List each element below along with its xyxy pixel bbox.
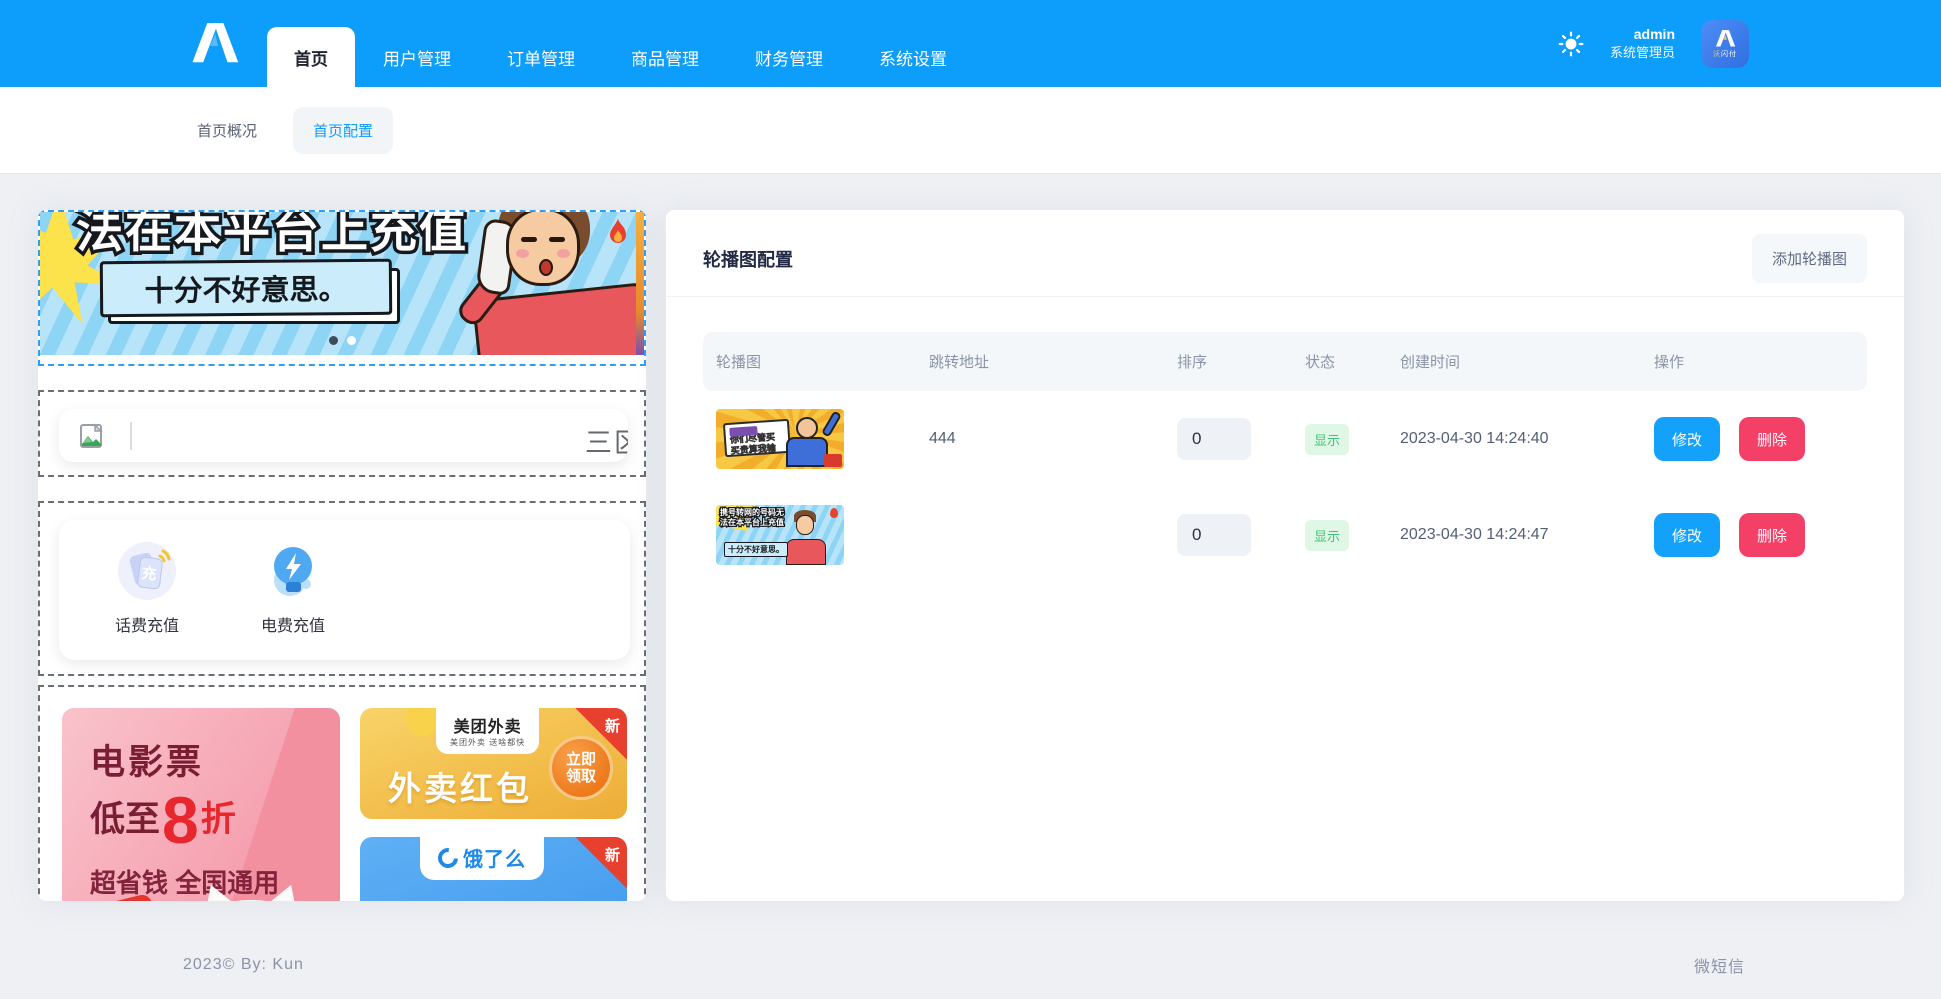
carousel-dot[interactable] [347,336,356,345]
brand-logo-icon[interactable] [183,13,245,76]
banner-speech-bubble: 十分不好意思。 [100,259,392,318]
phone-recharge-icon: 充 [116,540,178,602]
panel-header: 轮播图配置 添加轮播图 [666,210,1904,282]
banner-headline: 法在本平台上充值 [76,212,468,261]
page-footer: 2023© By: Kun 微短信 [0,930,1941,999]
user-avatar[interactable]: 沃闪付 [1701,20,1749,68]
edit-button[interactable]: 修改 [1654,417,1720,461]
next-slide-peek [636,212,644,355]
quick-action-label: 电费充值 [261,612,325,636]
nav-tab-home[interactable]: 首页 [267,27,355,87]
main-nav: 首页 用户管理 订单管理 商品管理 财务管理 系统设置 [267,0,975,87]
carousel-thumbnail-blue[interactable]: 携号转网的号码无 法在本平台上充值 十分不好意思。 [716,505,844,565]
quick-actions-card: 充 话费充值 电 [59,520,630,660]
subnav-home-config[interactable]: 首页配置 [293,107,393,154]
footer-brand: 微短信 [1694,953,1745,977]
subnav-home-overview[interactable]: 首页概况 [197,120,257,141]
home-preview-card: 法在本平台上充值 十分不好意思。 [38,210,646,901]
status-badge: 显示 [1305,520,1349,551]
new-badge: 新 [571,837,627,893]
admin-dashboard: 首页 用户管理 订单管理 商品管理 财务管理 系统设置 [0,0,1941,999]
promo-card-eleme[interactable]: 饿了么 新 [360,837,627,901]
user-role: 系统管理员 [1610,44,1675,62]
fire-icon [606,218,630,246]
nav-tab-finance[interactable]: 财务管理 [727,27,851,87]
carousel-config-panel: 轮播图配置 添加轮播图 轮播图 跳转地址 排序 状态 创建时间 操作 你们尽管买 [666,210,1904,901]
meituan-promo-title: 外卖红包 [388,762,532,810]
table-row: 携号转网的号码无 法在本平台上充值 十分不好意思。 显示 2023-04-30 … [703,487,1867,583]
movie-promo-title: 电影票 [90,734,204,785]
user-name: admin [1610,25,1675,44]
col-header-image: 轮播图 [703,351,916,372]
col-header-created: 创建时间 [1387,351,1641,372]
footer-copyright: 2023© By: Kun [183,956,304,974]
col-header-sort: 排序 [1164,351,1292,372]
new-badge: 新 [571,708,627,764]
broken-image-icon [78,422,106,450]
quick-action-electricity-recharge[interactable]: 电费充值 [245,540,341,660]
top-navbar: 首页 用户管理 订单管理 商品管理 财务管理 系统设置 [0,0,1941,87]
table-row: 你们尽管买 买贵算我输 444 显示 2023-04-30 14:24:40 修… [703,391,1867,487]
divider [130,422,132,450]
search-right-text: 三区 [585,421,628,460]
nav-tab-users[interactable]: 用户管理 [355,27,479,87]
nav-tab-products[interactable]: 商品管理 [603,27,727,87]
meituan-brand-tag: 美团外卖 美团外卖 送啥都快 [436,708,539,754]
carousel-banner-image[interactable]: 法在本平台上充值 十分不好意思。 [40,212,644,355]
status-badge: 显示 [1305,424,1349,455]
add-carousel-button[interactable]: 添加轮播图 [1752,234,1867,283]
promo-card-movie[interactable]: 电影票 低至8折 超省钱 全国通用 [62,708,340,901]
carousel-dots[interactable] [40,336,644,345]
preview-banner-block[interactable]: 法在本平台上充值 十分不好意思。 [38,210,646,366]
promo-card-meituan[interactable]: 美团外卖 美团外卖 送啥都快 外卖红包 立即领取 新 [360,708,627,819]
avatar-brand-text: 沃闪付 [1713,49,1737,59]
svg-text:充: 充 [140,564,157,584]
edit-button[interactable]: 修改 [1654,513,1720,557]
link-address: 444 [929,430,956,448]
carousel-thumbnail-yellow[interactable]: 你们尽管买 买贵算我输 [716,409,844,469]
table-header-row: 轮播图 跳转地址 排序 状态 创建时间 操作 [703,332,1867,391]
quick-action-phone-recharge[interactable]: 充 话费充值 [99,540,195,660]
delete-button[interactable]: 删除 [1739,417,1805,461]
search-bar[interactable]: 三区 [59,409,628,462]
col-header-link: 跳转地址 [916,351,1164,372]
nav-tab-orders[interactable]: 订单管理 [479,27,603,87]
col-header-actions: 操作 [1641,351,1867,372]
eleme-brand-tag: 饿了么 [420,837,544,880]
panel-title: 轮播图配置 [703,246,793,272]
preview-quick-actions-block[interactable]: 充 话费充值 电 [38,501,646,676]
carousel-dot-active[interactable] [329,336,338,345]
created-time: 2023-04-30 14:24:40 [1400,430,1549,448]
secondary-nav: 首页概况 首页配置 [0,87,1941,173]
quick-action-label: 话费充值 [115,612,179,636]
movie-promo-discount: 低至8折 [90,782,236,858]
carousel-table: 轮播图 跳转地址 排序 状态 创建时间 操作 你们尽管买 买贵算我输 [703,332,1867,583]
nav-tab-settings[interactable]: 系统设置 [851,27,975,87]
cat-illustration [176,886,326,901]
eleme-logo-icon [434,843,462,871]
user-info: admin 系统管理员 [1610,25,1675,61]
sort-input[interactable] [1177,514,1251,556]
delete-button[interactable]: 删除 [1739,513,1805,557]
sort-input[interactable] [1177,418,1251,460]
col-header-status: 状态 [1292,351,1387,372]
electricity-recharge-icon [262,540,324,602]
preview-search-block[interactable]: 三区 [38,390,646,477]
preview-promos-block[interactable]: 电影票 低至8折 超省钱 全国通用 美团外卖 美团外卖 送啥都快 [38,685,646,901]
divider [666,296,1904,297]
created-time: 2023-04-30 14:24:47 [1400,526,1549,544]
navbar-right: admin 系统管理员 沃闪付 [1558,0,1749,87]
sun-icon[interactable] [1558,31,1584,57]
